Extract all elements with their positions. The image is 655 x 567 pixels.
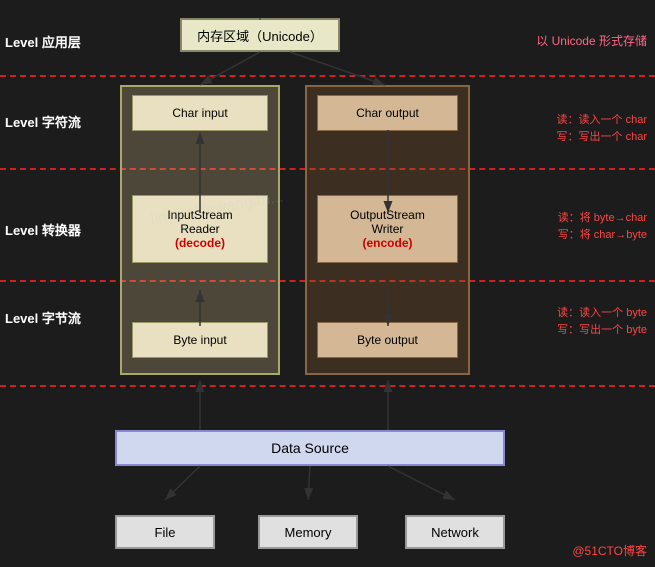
- data-source-label: Data Source: [271, 440, 349, 456]
- level-char-label: Level 字符流: [5, 112, 81, 131]
- output-stream-column: Char output OutputStream Writer (encode)…: [305, 85, 470, 375]
- decode-label: (decode): [175, 236, 225, 250]
- network-source-box: Network: [405, 515, 505, 549]
- memory-area-label: 内存区域（Unicode）: [197, 26, 323, 45]
- dashed-line-4: [0, 385, 655, 387]
- memory-area-box: 内存区域（Unicode）: [180, 18, 340, 52]
- input-stream-column: Char input InputStream Reader (decode) B…: [120, 85, 280, 375]
- diagram-container: Level 应用层 Level 字符流 Level 转换器 Level 字节流 …: [0, 0, 655, 567]
- char-input-box: Char input: [132, 95, 268, 131]
- dashed-line-1: [0, 75, 655, 77]
- right-note-byte: 读：读入一个 byte写：写出一个 byte: [557, 305, 647, 338]
- bottom-credit: @51CTO博客: [572, 542, 647, 559]
- byte-output-box: Byte output: [317, 322, 458, 358]
- byte-input-box: Byte input: [132, 322, 268, 358]
- char-output-box: Char output: [317, 95, 458, 131]
- level-app-label: Level 应用层: [5, 32, 81, 51]
- right-note-char: 读：读入一个 char写：写出一个 char: [557, 112, 647, 145]
- file-source-box: File: [115, 515, 215, 549]
- right-note-app: 以 Unicode 形式存储: [536, 32, 647, 50]
- right-note-converter: 读：将 byte→char写：将 char→byte: [558, 210, 647, 243]
- level-converter-label: Level 转换器: [5, 220, 81, 239]
- level-byte-label: Level 字节流: [5, 308, 81, 327]
- inputstream-reader-box: InputStream Reader (decode): [132, 195, 268, 263]
- data-source-box: Data Source: [115, 430, 505, 466]
- memory-source-box: Memory: [258, 515, 358, 549]
- encode-label: (encode): [362, 236, 412, 250]
- outputstream-writer-box: OutputStream Writer (encode): [317, 195, 458, 263]
